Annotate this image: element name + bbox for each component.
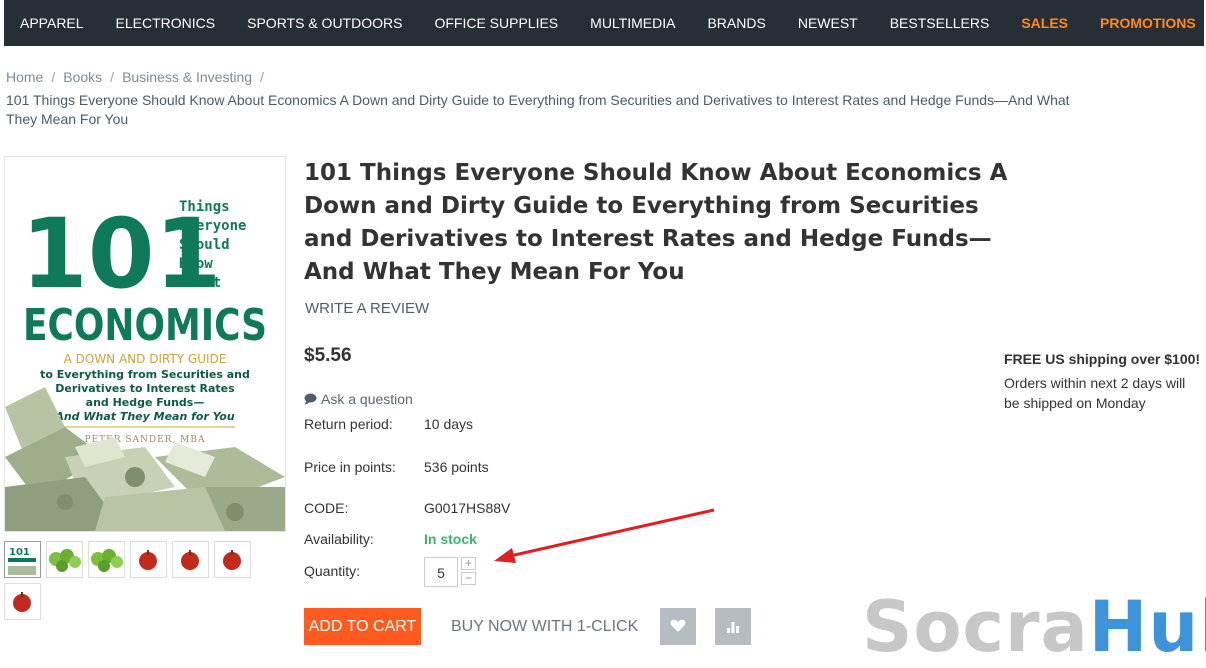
nav-promotions[interactable]: PROMOTIONS (1100, 15, 1196, 31)
thumbnail-apple[interactable] (4, 583, 41, 620)
thumbnail-sprouts[interactable] (88, 541, 125, 578)
cover-subtitle: Derivatives to Interest Rates (55, 382, 235, 395)
quantity-input[interactable]: 5 (424, 557, 458, 587)
cover-subtitle: to Everything from Securities and (40, 368, 250, 381)
shipping-text: Orders within next 2 days will be shippe… (1004, 375, 1186, 411)
buy-now-one-click-button[interactable]: BUY NOW WITH 1-CLICK (451, 608, 638, 645)
top-navigation: APPAREL ELECTRONICS SPORTS & OUTDOORS OF… (4, 0, 1204, 46)
price-in-points-row: Price in points: 536 points (304, 459, 489, 475)
cover-things-line: about (179, 275, 221, 291)
breadcrumb-books[interactable]: Books (63, 69, 102, 85)
breadcrumb-separator: / (110, 69, 115, 85)
ask-question-label: Ask a question (321, 391, 413, 407)
nav-office-supplies[interactable]: OFFICE SUPPLIES (434, 15, 558, 31)
breadcrumb: Home / Books / Business & Investing / 101 Thi… (6, 68, 1086, 129)
shipping-info: FREE US shipping over $100! Orders withi… (1004, 349, 1204, 413)
book-cover-image: 101 Things Everyone Should Know about EC… (5, 157, 285, 531)
watermark-part: Socra (862, 586, 1089, 668)
cover-subtitle: A DOWN AND DIRTY GUIDE (64, 352, 227, 366)
thumbnail-sprouts[interactable] (46, 541, 83, 578)
bar-chart-icon (727, 622, 739, 633)
cover-things-line: Know (179, 256, 213, 272)
heart-icon (670, 619, 686, 632)
quantity-decrease-button[interactable]: − (461, 572, 476, 585)
socrahub-watermark: SocraHub (862, 592, 1206, 662)
product-title: 101 Things Everyone Should Know About Ec… (304, 160, 1008, 285)
thumbnail-apple[interactable] (130, 541, 167, 578)
cover-subtitle: And What They Mean for You (54, 410, 235, 423)
shipping-title: FREE US shipping over $100! (1004, 351, 1201, 367)
return-period-value: 10 days (424, 416, 474, 432)
breadcrumb-separator: / (51, 69, 56, 85)
cover-title: ECONOMICS (23, 300, 267, 351)
product-price: $5.56 (304, 345, 352, 366)
wishlist-button[interactable] (660, 608, 696, 645)
watermark-part: Hub (1088, 586, 1206, 668)
nav-apparel[interactable]: APPAREL (20, 15, 84, 31)
thumbnail-apple[interactable] (214, 541, 251, 578)
thumbnail-apple[interactable] (172, 541, 209, 578)
chat-bubble-icon (304, 393, 317, 405)
nav-multimedia[interactable]: MULTIMEDIA (590, 15, 675, 31)
cover-things-line: Should (179, 237, 230, 253)
breadcrumb-separator: / (260, 69, 264, 85)
price-in-points-label: Price in points: (304, 459, 396, 475)
availability-row: Availability: In stock (304, 531, 477, 547)
cover-things-line: Everyone (179, 218, 246, 234)
write-review-link[interactable]: WRITE A REVIEW (305, 300, 429, 317)
breadcrumb-current: 101 Things Everyone Should Know About Ec… (6, 92, 1070, 127)
compare-button[interactable] (715, 608, 751, 645)
quantity-row: Quantity: (304, 563, 360, 579)
code-row: CODE: G0017HS88V (304, 500, 510, 516)
cover-things-line: Things (179, 199, 230, 215)
product-main-image[interactable]: 101 Things Everyone Should Know about EC… (4, 156, 286, 532)
nav-bestsellers[interactable]: BESTSELLERS (890, 15, 990, 31)
ask-question-link[interactable]: Ask a question (304, 391, 413, 407)
nav-sports-outdoors[interactable]: SPORTS & OUTDOORS (247, 15, 402, 31)
quantity-label: Quantity: (304, 563, 361, 579)
cover-subtitle: and Hedge Funds— (86, 396, 205, 409)
thumbnail-book-cover[interactable]: 101 (4, 541, 41, 578)
code-label: CODE: (304, 500, 349, 516)
return-period-label: Return period: (304, 416, 393, 432)
quantity-increase-button[interactable]: + (461, 557, 476, 570)
nav-electronics[interactable]: ELECTRONICS (116, 15, 216, 31)
breadcrumb-business-investing[interactable]: Business & Investing (122, 69, 252, 85)
svg-text:101: 101 (9, 547, 30, 558)
nav-sales[interactable]: SALES (1021, 15, 1068, 31)
availability-label: Availability: (304, 531, 374, 547)
price-in-points-value: 536 points (424, 459, 489, 475)
nav-newest[interactable]: NEWEST (798, 15, 858, 31)
red-arrow-annotation (494, 508, 715, 563)
return-period-row: Return period: 10 days (304, 416, 473, 432)
add-to-cart-button[interactable]: ADD TO CART (304, 608, 421, 645)
breadcrumb-home[interactable]: Home (6, 69, 43, 85)
availability-value: In stock (424, 531, 477, 547)
nav-brands[interactable]: BRANDS (707, 15, 765, 31)
